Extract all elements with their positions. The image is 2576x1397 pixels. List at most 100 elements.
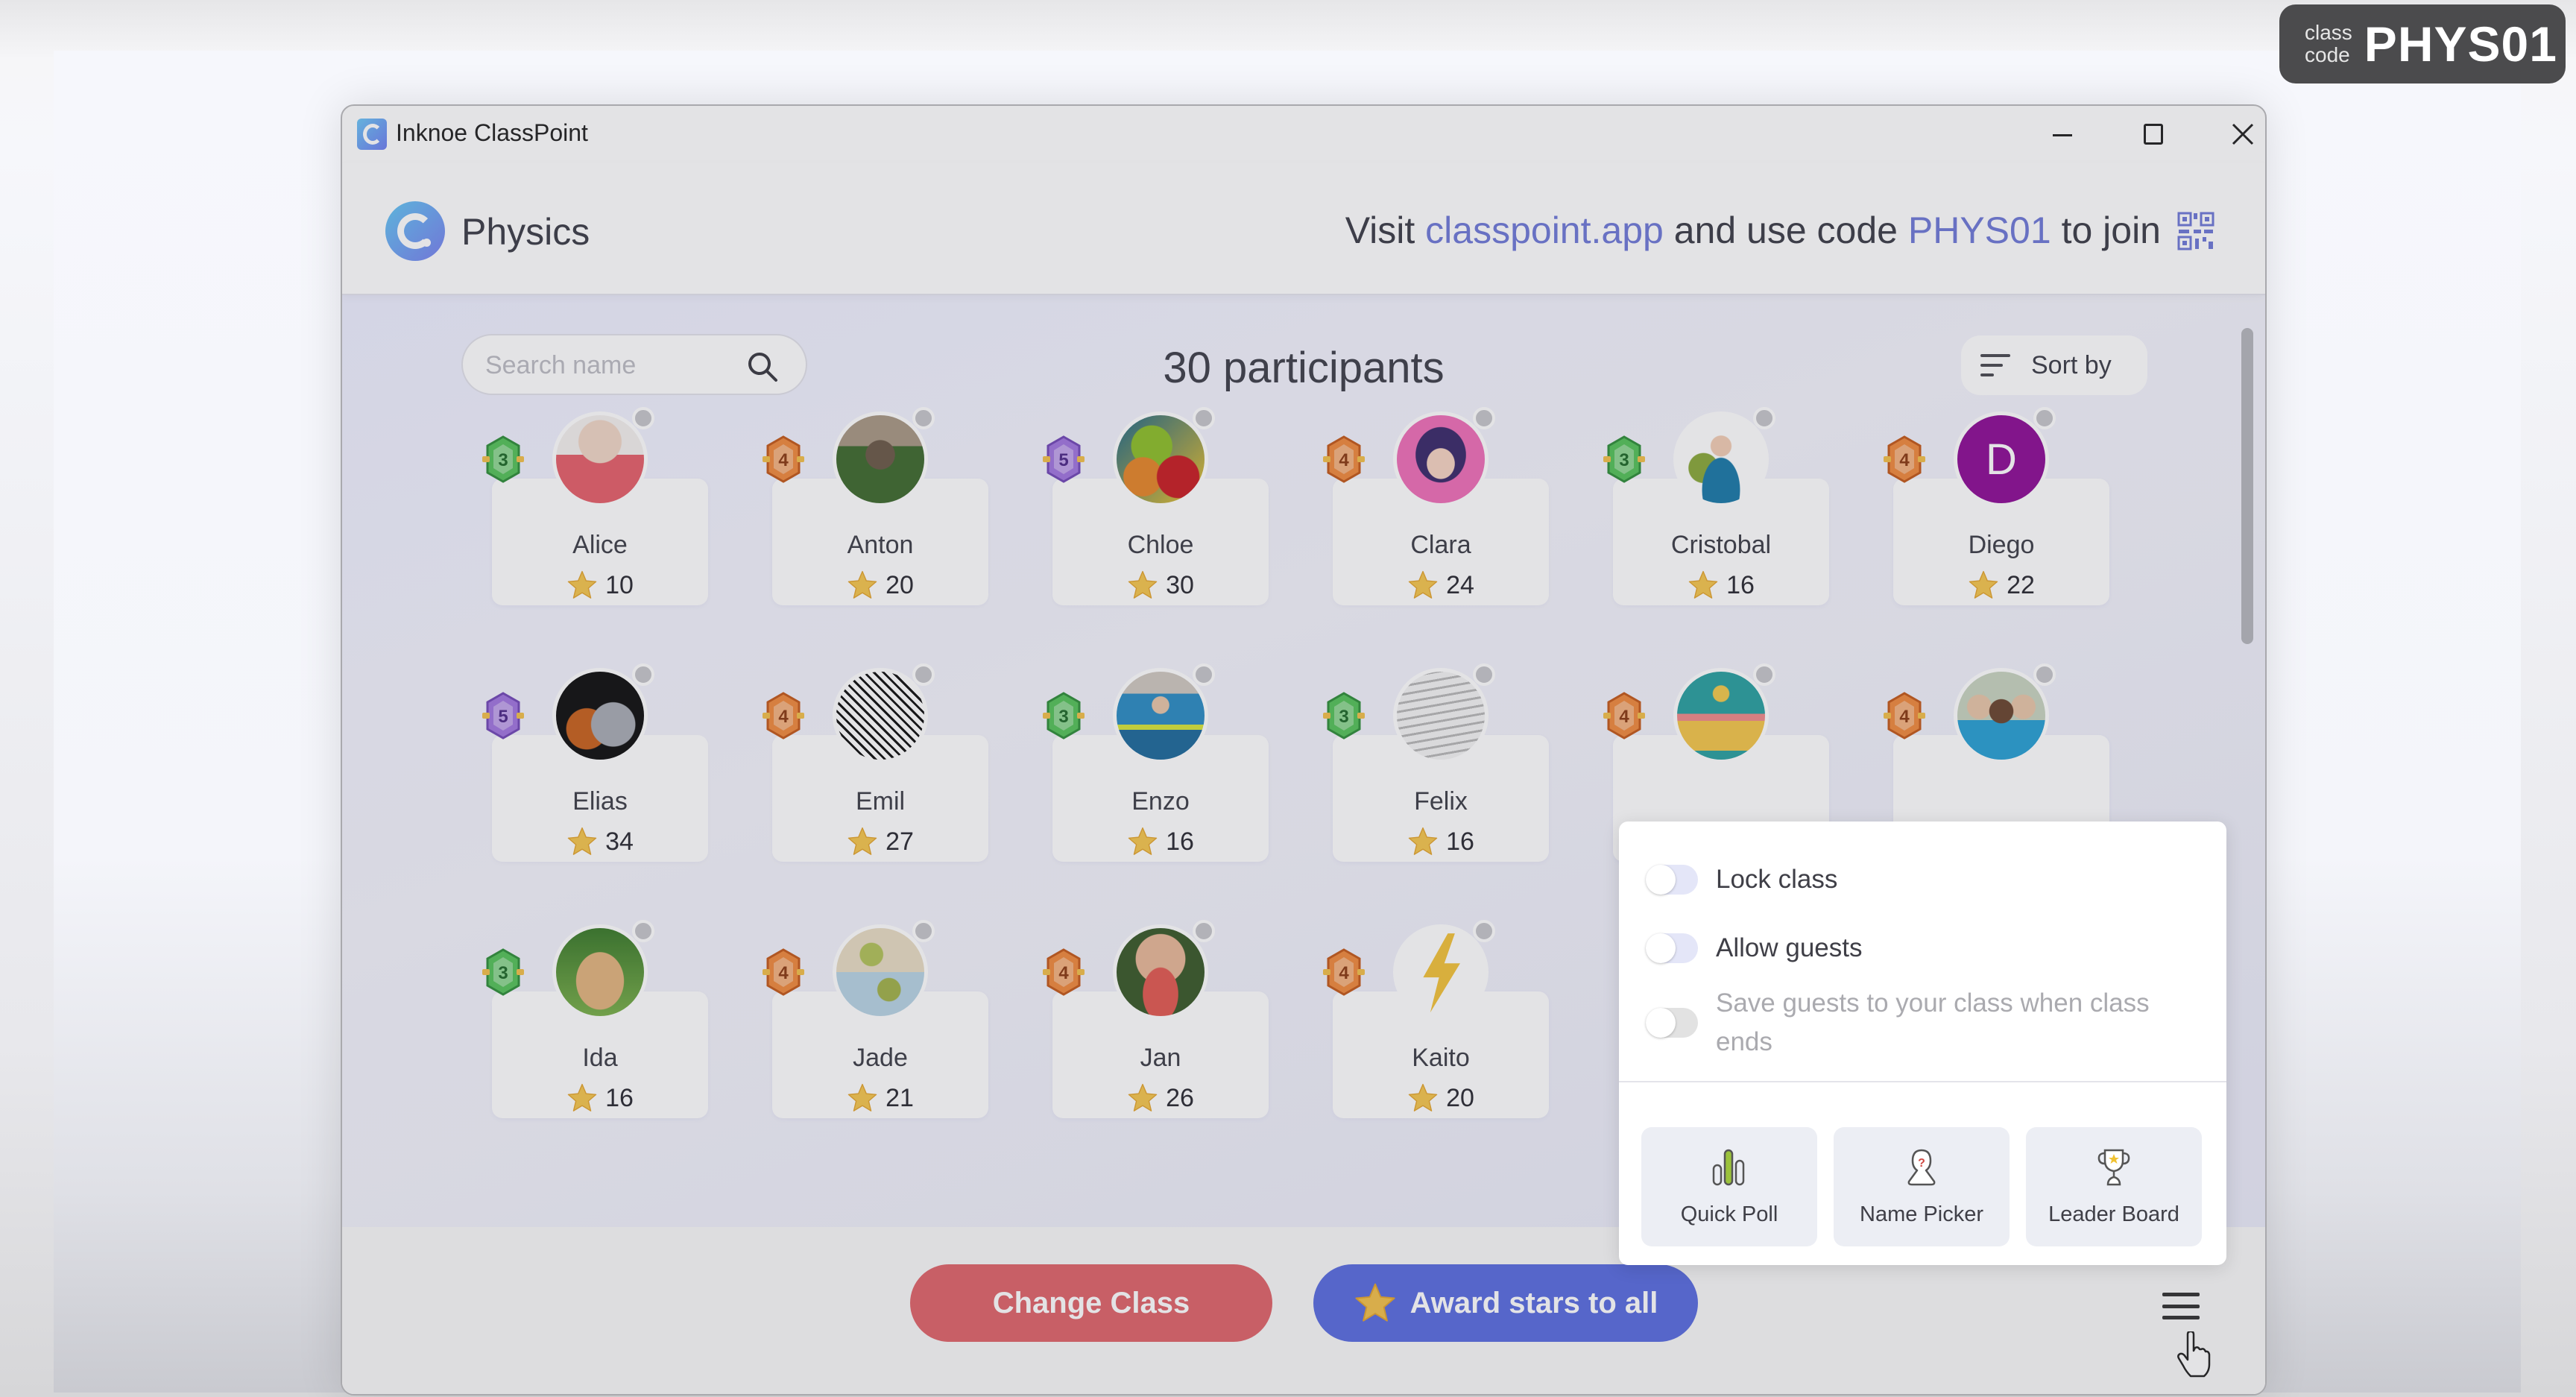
hand-cursor-icon — [2177, 1331, 2211, 1378]
star-icon — [847, 827, 877, 855]
participant-card[interactable]: 3 Alice 10 — [482, 407, 708, 605]
name-picker-button[interactable]: ? Name Picker — [1834, 1127, 2010, 1246]
star-icon — [1128, 827, 1158, 855]
participant-name: Clara — [1410, 531, 1471, 559]
star-icon — [1969, 570, 1998, 599]
lock-class-row[interactable]: Lock class — [1646, 865, 1837, 895]
star-icon — [1355, 1283, 1395, 1322]
level-badge-icon: 4 — [763, 435, 804, 483]
participant-card[interactable]: 3 Cristobal 16 — [1603, 407, 1829, 605]
star-count: 26 — [1166, 1083, 1194, 1112]
star-count: 16 — [1726, 570, 1755, 599]
level-badge-icon: 4 — [1884, 435, 1925, 483]
quick-poll-label: Quick Poll — [1680, 1202, 1778, 1226]
award-stars-label: Award stars to all — [1409, 1286, 1658, 1319]
star-icon — [1128, 1083, 1158, 1111]
lock-class-label: Lock class — [1716, 865, 1838, 894]
participant-avatar — [1393, 924, 1489, 1020]
online-status-dot — [1193, 920, 1215, 942]
participant-stars: 16 — [492, 1082, 708, 1114]
participant-card[interactable]: 3 Felix 16 — [1323, 663, 1549, 862]
level-badge-icon: 3 — [482, 435, 524, 483]
participant-card[interactable]: 5 Chloe 30 — [1043, 407, 1269, 605]
lightning-bolt-icon — [1423, 933, 1460, 1013]
vertical-scrollbar[interactable] — [2241, 328, 2253, 644]
close-button[interactable] — [2213, 113, 2265, 155]
participant-stars: 27 — [772, 826, 988, 857]
menu-button[interactable] — [2161, 1290, 2201, 1322]
star-count: 22 — [2007, 570, 2035, 599]
join-code: PHYS01 — [1907, 209, 2051, 251]
online-status-dot — [632, 920, 654, 942]
participant-card[interactable]: 4 Jan 26 — [1043, 920, 1269, 1118]
svg-text:4: 4 — [1619, 707, 1629, 727]
participant-avatar — [1393, 411, 1489, 507]
level-badge-icon: 4 — [1603, 692, 1645, 740]
participant-name: Felix — [1414, 787, 1468, 816]
change-class-button[interactable]: Change Class — [910, 1264, 1272, 1342]
participant-stars: 20 — [772, 570, 988, 601]
class-header: Physics Visit classpoint.app and use cod… — [342, 163, 2265, 295]
app-logo-icon — [357, 119, 387, 150]
level-badge-icon: 3 — [1603, 435, 1645, 483]
participant-stars: 22 — [1893, 570, 2109, 601]
star-count: 34 — [605, 827, 634, 856]
participant-avatar — [1113, 668, 1208, 763]
online-status-dot — [1473, 920, 1495, 942]
online-status-dot — [912, 663, 935, 686]
allow-guests-row[interactable]: Allow guests — [1646, 933, 1862, 963]
participant-avatar: D — [1954, 411, 2049, 507]
participant-name: Elias — [572, 787, 628, 816]
trophy-icon — [2097, 1149, 2130, 1185]
participant-name: Emil — [855, 787, 906, 816]
level-badge-icon: 5 — [482, 692, 524, 740]
participant-name: Enzo — [1131, 787, 1190, 816]
lock-class-toggle[interactable] — [1646, 865, 1698, 895]
allow-guests-toggle[interactable] — [1646, 933, 1698, 963]
participant-card[interactable]: 4 Jade 21 — [763, 920, 988, 1118]
star-icon — [1408, 1083, 1438, 1111]
leader-board-button[interactable]: Leader Board — [2026, 1127, 2202, 1246]
mystery-person-icon: ? — [1907, 1149, 1936, 1185]
star-icon — [1408, 827, 1438, 855]
participant-stars: 34 — [492, 826, 708, 857]
join-url-link[interactable]: classpoint.app — [1425, 209, 1664, 251]
participant-card[interactable]: 4 Clara 24 — [1323, 407, 1549, 605]
participant-card[interactable]: 4 D Diego 22 — [1884, 407, 2109, 605]
online-status-dot — [1193, 663, 1215, 686]
level-badge-icon: 3 — [1043, 692, 1085, 740]
svg-text:4: 4 — [1058, 963, 1069, 983]
award-stars-button[interactable]: Award stars to all — [1313, 1264, 1698, 1342]
participant-card[interactable]: 5 Elias 34 — [482, 663, 708, 862]
maximize-button[interactable] — [2124, 113, 2183, 155]
leader-board-label: Leader Board — [2048, 1202, 2179, 1226]
maximize-icon — [2144, 124, 2163, 145]
star-count: 30 — [1166, 570, 1194, 599]
star-icon — [1408, 570, 1438, 599]
online-status-dot — [912, 920, 935, 942]
participant-avatar — [833, 924, 928, 1020]
participant-avatar — [1673, 668, 1769, 763]
participant-name: Jan — [1140, 1044, 1181, 1072]
minimize-button[interactable] — [2033, 113, 2092, 155]
qr-code-icon[interactable] — [2177, 212, 2214, 250]
participant-avatar — [833, 411, 928, 507]
svg-text:4: 4 — [778, 450, 789, 470]
save-guests-toggle — [1646, 1008, 1698, 1038]
participant-card[interactable]: 4 Kaito 20 — [1323, 920, 1549, 1118]
svg-text:4: 4 — [1899, 450, 1910, 470]
class-code-badge: class code PHYS01 — [2279, 4, 2566, 83]
participant-avatar — [552, 924, 648, 1020]
online-status-dot — [1473, 407, 1495, 429]
participant-card[interactable]: 4 Emil 27 — [763, 663, 988, 862]
star-count: 21 — [886, 1083, 914, 1112]
svg-text:5: 5 — [498, 707, 508, 727]
participant-name: Cristobal — [1670, 531, 1772, 559]
level-badge-icon: 4 — [1323, 948, 1365, 996]
participant-card[interactable]: 3 Enzo 16 — [1043, 663, 1269, 862]
level-badge-icon: 3 — [1323, 692, 1365, 740]
participant-card[interactable]: 4 Anton 20 — [763, 407, 988, 605]
svg-text:?: ? — [1918, 1157, 1925, 1170]
participant-card[interactable]: 3 Ida 16 — [482, 920, 708, 1118]
quick-poll-button[interactable]: Quick Poll — [1641, 1127, 1817, 1246]
